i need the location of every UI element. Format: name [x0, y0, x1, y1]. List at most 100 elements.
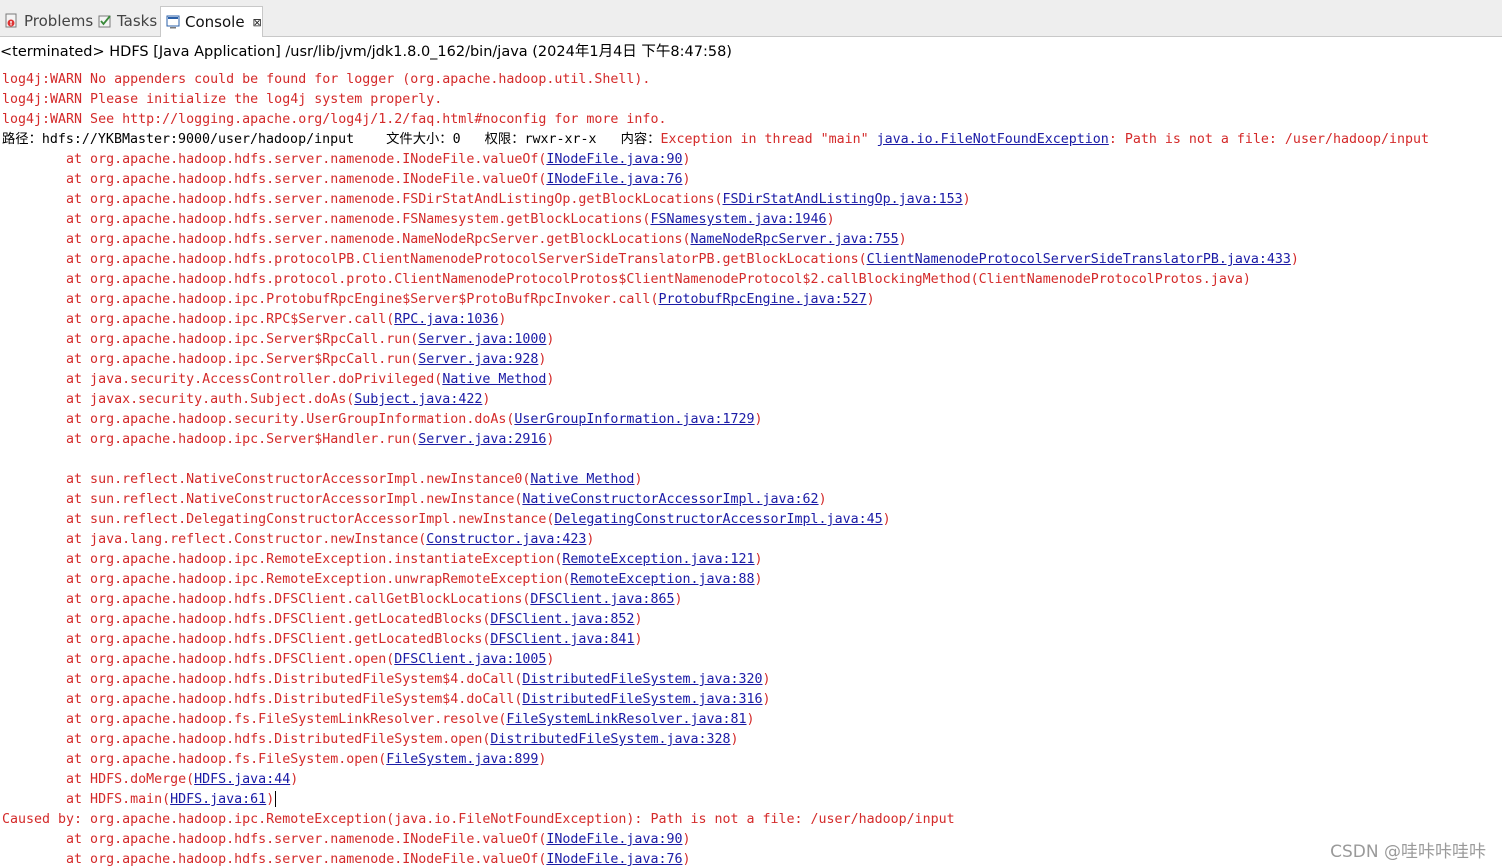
watermark: CSDN @哇咔咔哇咔 [1330, 842, 1486, 862]
error-text: ) [634, 632, 643, 647]
error-text: at org.apache.hadoop.ipc.Server$Handler.… [2, 432, 419, 447]
console-line: at org.apache.hadoop.ipc.RemoteException… [2, 570, 763, 590]
error-text: at org.apache.hadoop.hdfs.server.namenod… [2, 232, 691, 247]
source-link[interactable]: FileSystemLinkResolver.java:81 [506, 712, 746, 727]
error-text: at org.apache.hadoop.ipc.RemoteException… [2, 552, 563, 567]
source-link[interactable]: DistributedFileSystem.java:328 [490, 732, 730, 747]
console-line: at org.apache.hadoop.ipc.Server$Handler.… [2, 430, 554, 450]
error-text: at org.apache.hadoop.hdfs.DistributedFil… [2, 692, 523, 707]
source-link[interactable]: Constructor.java:423 [426, 532, 586, 547]
error-text: log4j:WARN No appenders could be found f… [2, 72, 651, 87]
source-link[interactable]: DFSClient.java:841 [490, 632, 634, 647]
close-icon[interactable]: ⊠ [253, 16, 262, 29]
console-line: at org.apache.hadoop.hdfs.protocol.proto… [2, 270, 1251, 290]
source-link[interactable]: Server.java:2916 [418, 432, 546, 447]
source-link[interactable]: java.io.FileNotFoundException [877, 132, 1109, 147]
console-line: at org.apache.hadoop.hdfs.server.namenod… [2, 150, 690, 170]
text-caret [275, 791, 277, 807]
error-text: at org.apache.hadoop.ipc.RemoteException… [2, 572, 571, 587]
source-link[interactable]: FSDirStatAndListingOp.java:153 [723, 192, 963, 207]
error-text: ) [754, 572, 763, 587]
source-link[interactable]: NameNodeRpcServer.java:755 [690, 232, 898, 247]
source-link[interactable]: Server.java:1000 [418, 332, 546, 347]
error-text: at org.apache.hadoop.ipc.Server$RpcCall.… [2, 332, 419, 347]
error-text: at sun.reflect.NativeConstructorAccessor… [2, 472, 531, 487]
source-link[interactable]: ClientNamenodeProtocolServerSideTranslat… [867, 252, 1291, 267]
console-line: at org.apache.hadoop.hdfs.server.namenod… [2, 230, 907, 250]
error-text: at org.apache.hadoop.hdfs.server.namenod… [2, 212, 651, 227]
error-text: ) [682, 832, 691, 847]
error-text: ) [882, 512, 891, 527]
error-text: at java.lang.reflect.Constructor.newInst… [2, 532, 427, 547]
console-line: at HDFS.main(HDFS.java:61) [2, 790, 277, 810]
source-link[interactable]: FSNamesystem.java:1946 [650, 212, 826, 227]
console-line: at org.apache.hadoop.fs.FileSystemLinkRe… [2, 710, 755, 730]
launch-header: <terminated> HDFS [Java Application] /us… [0, 44, 732, 60]
console-line: at org.apache.hadoop.hdfs.DistributedFil… [2, 690, 771, 710]
console-line: at org.apache.hadoop.ipc.RPC$Server.call… [2, 310, 506, 330]
error-text: Caused by: org.apache.hadoop.ipc.RemoteE… [2, 812, 955, 827]
tab-tasks[interactable]: Tasks [93, 6, 161, 36]
error-text: ) [762, 672, 771, 687]
source-link[interactable]: UserGroupInformation.java:1729 [514, 412, 754, 427]
error-text: log4j:WARN Please initialize the log4j s… [2, 92, 443, 107]
console-line: at org.apache.hadoop.ipc.Server$RpcCall.… [2, 350, 546, 370]
source-link[interactable]: ProtobufRpcEngine.java:527 [658, 292, 866, 307]
source-link[interactable]: INodeFile.java:90 [546, 832, 682, 847]
error-text: ) [546, 652, 555, 667]
error-text: : Path is not a file: /user/hadoop/input [1108, 132, 1430, 147]
view-tab-bar: Problems Tasks Console ⊠ [0, 0, 1502, 37]
error-text: ) [682, 852, 691, 867]
source-link[interactable]: HDFS.java:61 [170, 792, 266, 807]
error-text: at org.apache.hadoop.hdfs.protocolPB.Cli… [2, 252, 867, 267]
tab-console[interactable]: Console ⊠ [160, 6, 263, 37]
console-line: at org.apache.hadoop.fs.FileSystem.open(… [2, 750, 546, 770]
source-link[interactable]: INodeFile.java:76 [546, 852, 682, 867]
error-text: at org.apache.hadoop.hdfs.DFSClient.call… [2, 592, 531, 607]
console-line: at org.apache.hadoop.hdfs.server.namenod… [2, 210, 835, 230]
console-output[interactable]: log4j:WARN No appenders could be found f… [0, 70, 1502, 868]
error-text: ) [634, 472, 643, 487]
source-link[interactable]: NativeConstructorAccessorImpl.java:62 [522, 492, 818, 507]
error-text: at HDFS.main( [2, 792, 171, 807]
console-line: at java.lang.reflect.Constructor.newInst… [2, 530, 594, 550]
error-text: at org.apache.hadoop.security.UserGroupI… [2, 412, 515, 427]
console-line: at sun.reflect.NativeConstructorAccessor… [2, 490, 827, 510]
source-link[interactable]: DFSClient.java:852 [490, 612, 634, 627]
error-text: ) [538, 352, 547, 367]
console-line: at org.apache.hadoop.hdfs.DFSClient.call… [2, 590, 682, 610]
source-link[interactable]: DistributedFileSystem.java:320 [522, 672, 762, 687]
console-line: at org.apache.hadoop.hdfs.server.namenod… [2, 190, 971, 210]
console-line: log4j:WARN No appenders could be found f… [2, 70, 650, 90]
source-link[interactable]: FileSystem.java:899 [386, 752, 538, 767]
source-link[interactable]: Subject.java:422 [354, 392, 482, 407]
error-text: at org.apache.hadoop.hdfs.server.namenod… [2, 152, 547, 167]
source-link[interactable]: HDFS.java:44 [194, 772, 290, 787]
error-text: at java.security.AccessController.doPriv… [2, 372, 443, 387]
source-link[interactable]: Server.java:928 [418, 352, 538, 367]
error-text: ) [754, 552, 763, 567]
console-line: 路径：hdfs://YKBMaster:9000/user/hadoop/inp… [2, 130, 1429, 150]
error-text: at org.apache.hadoop.hdfs.server.namenod… [2, 172, 547, 187]
error-text: at org.apache.hadoop.hdfs.server.namenod… [2, 832, 547, 847]
error-text: ) [546, 432, 555, 447]
error-text: ) [498, 312, 507, 327]
source-link[interactable]: RemoteException.java:88 [570, 572, 754, 587]
console-line: at org.apache.hadoop.hdfs.DistributedFil… [2, 730, 739, 750]
source-link[interactable]: Native Method [530, 472, 634, 487]
error-text: ) [674, 592, 683, 607]
console-line: at HDFS.doMerge(HDFS.java:44) [2, 770, 298, 790]
source-link[interactable]: RemoteException.java:121 [562, 552, 754, 567]
source-link[interactable]: DelegatingConstructorAccessorImpl.java:4… [554, 512, 882, 527]
source-link[interactable]: Native Method [442, 372, 546, 387]
source-link[interactable]: INodeFile.java:90 [546, 152, 682, 167]
source-link[interactable]: RPC.java:1036 [394, 312, 498, 327]
source-link[interactable]: INodeFile.java:76 [546, 172, 682, 187]
tab-problems[interactable]: Problems [0, 6, 97, 36]
error-text: ) [538, 752, 547, 767]
source-link[interactable]: DFSClient.java:1005 [394, 652, 546, 667]
source-link[interactable]: DistributedFileSystem.java:316 [522, 692, 762, 707]
error-text: Exception in thread "main" [660, 132, 877, 147]
source-link[interactable]: DFSClient.java:865 [530, 592, 674, 607]
error-text: at org.apache.hadoop.ipc.ProtobufRpcEngi… [2, 292, 659, 307]
